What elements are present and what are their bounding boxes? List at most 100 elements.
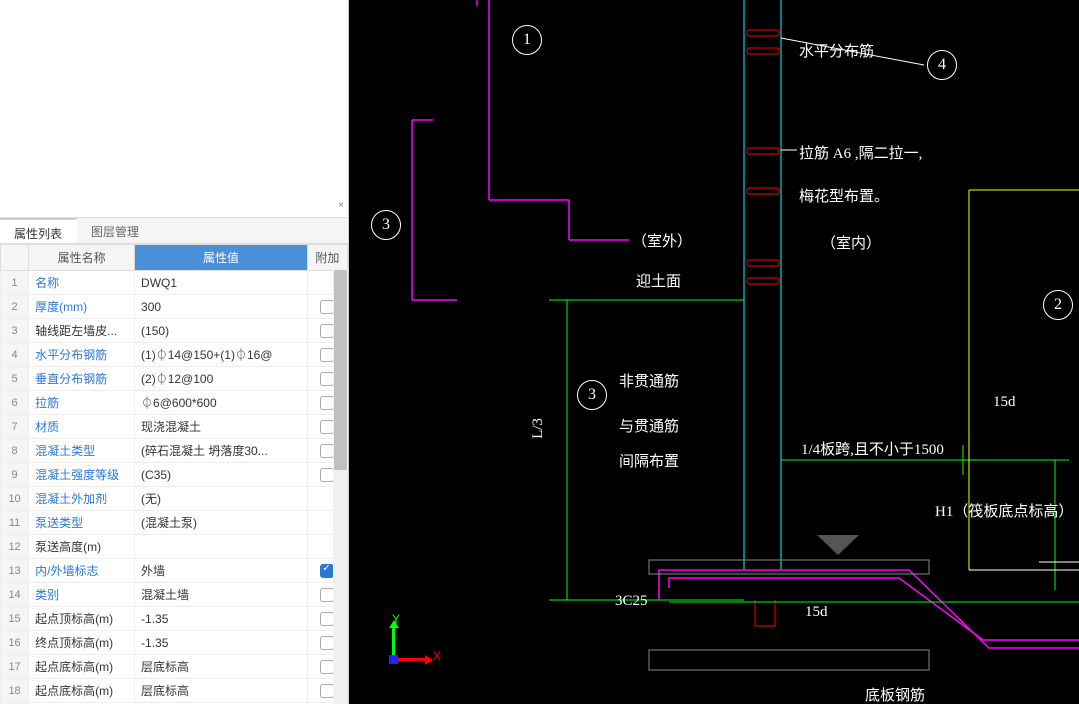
row-number[interactable]: 2: [1, 295, 29, 319]
row-number[interactable]: 5: [1, 367, 29, 391]
drawing-svg: [349, 0, 1079, 704]
property-value[interactable]: 层底标高: [135, 679, 308, 703]
row-number[interactable]: 17: [1, 655, 29, 679]
row-number[interactable]: 4: [1, 343, 29, 367]
table-row[interactable]: 2厚度(mm)300: [1, 295, 348, 319]
table-row[interactable]: 14类别混凝土墙: [1, 583, 348, 607]
row-number[interactable]: 18: [1, 679, 29, 703]
property-value[interactable]: (C35): [135, 463, 308, 487]
table-row[interactable]: 7材质现浇混凝土: [1, 415, 348, 439]
table-row[interactable]: 18起点底标高(m)层底标高: [1, 679, 348, 703]
property-value[interactable]: DWQ1: [135, 271, 308, 295]
cad-canvas[interactable]: 1 3 3 4 2 水平分布筋 拉筋 A6 ,隔二拉一, 梅花型布置。 （室外）…: [349, 0, 1079, 704]
scrollbar-thumb[interactable]: [334, 270, 347, 470]
section-mark-2: 2: [1043, 290, 1073, 320]
property-value[interactable]: 外墙: [135, 559, 308, 583]
row-number[interactable]: 1: [1, 271, 29, 295]
property-name[interactable]: 泵送类型: [29, 511, 135, 535]
section-mark-4: 4: [927, 50, 957, 80]
table-row[interactable]: 15起点顶标高(m)-1.35: [1, 607, 348, 631]
property-value[interactable]: ⏀6@600*600: [135, 391, 308, 415]
row-number[interactable]: 12: [1, 535, 29, 559]
property-name[interactable]: 终点顶标高(m): [29, 631, 135, 655]
header-extra[interactable]: 附加: [307, 245, 347, 271]
table-row[interactable]: 11泵送类型(混凝土泵): [1, 511, 348, 535]
table-row[interactable]: 1名称DWQ1: [1, 271, 348, 295]
property-value[interactable]: 现浇混凝土: [135, 415, 308, 439]
property-name[interactable]: 垂直分布钢筋: [29, 367, 135, 391]
label-outdoor: （室外）: [632, 230, 692, 251]
section-mark-3b: 3: [577, 380, 607, 410]
label-horiz-rebar: 水平分布筋: [799, 40, 874, 61]
row-number[interactable]: 16: [1, 631, 29, 655]
label-bottom-bar: 底板钢筋: [865, 684, 925, 704]
property-name[interactable]: 水平分布钢筋: [29, 343, 135, 367]
row-number[interactable]: 9: [1, 463, 29, 487]
upper-view-area: ×: [0, 0, 348, 218]
property-name[interactable]: 混凝土类型: [29, 439, 135, 463]
property-name[interactable]: 混凝土强度等级: [29, 463, 135, 487]
row-number[interactable]: 13: [1, 559, 29, 583]
properties-table: 属性名称 属性值 附加 1名称DWQ12厚度(mm)3003轴线距左墙皮...(…: [0, 244, 348, 704]
property-value[interactable]: -1.35: [135, 631, 308, 655]
property-name[interactable]: 名称: [29, 271, 135, 295]
tab-layers[interactable]: 图层管理: [77, 218, 154, 243]
property-name[interactable]: 内/外墙标志: [29, 559, 135, 583]
table-row[interactable]: 5垂直分布钢筋(2)⏀12@100: [1, 367, 348, 391]
scrollbar[interactable]: [333, 268, 348, 704]
property-value[interactable]: (150): [135, 319, 308, 343]
table-row[interactable]: 8混凝土类型(碎石混凝土 坍落度30...: [1, 439, 348, 463]
table-row[interactable]: 13内/外墙标志外墙: [1, 559, 348, 583]
table-row[interactable]: 16终点顶标高(m)-1.35: [1, 631, 348, 655]
row-number[interactable]: 8: [1, 439, 29, 463]
property-value[interactable]: -1.35: [135, 607, 308, 631]
property-name[interactable]: 厚度(mm): [29, 295, 135, 319]
tab-bar: 属性列表 图层管理: [0, 218, 348, 244]
label-interval: 间隔布置: [619, 450, 679, 471]
ucs-y-label: Y: [392, 612, 400, 626]
property-value[interactable]: (混凝土泵): [135, 511, 308, 535]
label-15d-a: 15d: [993, 394, 1016, 411]
table-row[interactable]: 3轴线距左墙皮...(150): [1, 319, 348, 343]
property-name[interactable]: 轴线距左墙皮...: [29, 319, 135, 343]
row-number[interactable]: 7: [1, 415, 29, 439]
property-name[interactable]: 材质: [29, 415, 135, 439]
property-value[interactable]: [135, 535, 308, 559]
table-row[interactable]: 17起点底标高(m)层底标高: [1, 655, 348, 679]
ucs-icon: Y X: [387, 626, 427, 666]
table-row[interactable]: 12泵送高度(m): [1, 535, 348, 559]
table-row[interactable]: 4水平分布钢筋(1)⏀14@150+(1)⏀16@: [1, 343, 348, 367]
property-name[interactable]: 混凝土外加剂: [29, 487, 135, 511]
table-row[interactable]: 10混凝土外加剂(无): [1, 487, 348, 511]
header-name[interactable]: 属性名称: [29, 245, 135, 271]
property-value[interactable]: 混凝土墙: [135, 583, 308, 607]
table-row[interactable]: 6拉筋⏀6@600*600: [1, 391, 348, 415]
label-nonthru: 非贯通筋: [619, 370, 679, 391]
property-name[interactable]: 类别: [29, 583, 135, 607]
label-15d-b: 15d: [805, 604, 828, 621]
property-value[interactable]: (1)⏀14@150+(1)⏀16@: [135, 343, 308, 367]
property-value[interactable]: 300: [135, 295, 308, 319]
property-value[interactable]: (碎石混凝土 坍落度30...: [135, 439, 308, 463]
header-value[interactable]: 属性值: [135, 245, 308, 271]
property-name[interactable]: 泵送高度(m): [29, 535, 135, 559]
property-name[interactable]: 起点底标高(m): [29, 655, 135, 679]
property-name[interactable]: 起点顶标高(m): [29, 607, 135, 631]
property-name[interactable]: 拉筋: [29, 391, 135, 415]
row-number[interactable]: 11: [1, 511, 29, 535]
property-value[interactable]: 层底标高: [135, 655, 308, 679]
property-name[interactable]: 起点底标高(m): [29, 679, 135, 703]
row-number[interactable]: 15: [1, 607, 29, 631]
property-value[interactable]: (无): [135, 487, 308, 511]
close-icon[interactable]: ×: [338, 200, 344, 211]
row-number[interactable]: 6: [1, 391, 29, 415]
label-soil: 迎土面: [636, 270, 681, 291]
table-row[interactable]: 9混凝土强度等级(C35): [1, 463, 348, 487]
row-number[interactable]: 3: [1, 319, 29, 343]
property-value[interactable]: (2)⏀12@100: [135, 367, 308, 391]
tab-properties[interactable]: 属性列表: [0, 218, 77, 243]
label-h1: H1（筏板底点标高）: [935, 500, 1073, 521]
row-number[interactable]: 14: [1, 583, 29, 607]
row-number[interactable]: 10: [1, 487, 29, 511]
label-l3: L/3: [530, 418, 547, 439]
